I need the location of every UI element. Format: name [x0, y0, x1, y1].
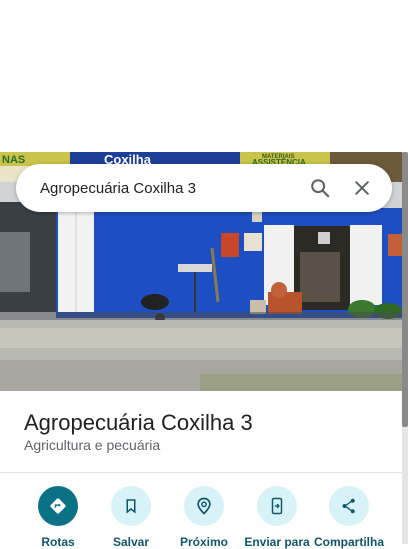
action-bar: Rotas Salvar Próximo Enviar para Compart… [0, 486, 402, 549]
nearby-label: Próximo [179, 535, 228, 549]
share-label: Compartilha [313, 535, 384, 549]
close-icon[interactable] [344, 170, 380, 206]
send-to-phone-icon [257, 486, 297, 526]
directions-icon [38, 486, 78, 526]
search-icon[interactable] [302, 170, 338, 206]
nearby-button[interactable]: Próximo [164, 486, 244, 549]
search-input[interactable]: Agropecuária Coxilha 3 [40, 180, 296, 197]
share-icon [329, 486, 369, 526]
directions-button[interactable]: Rotas [18, 486, 98, 549]
bookmark-icon [111, 486, 151, 526]
place-title: Agropecuária Coxilha 3 [24, 410, 253, 435]
send-to-phone-label: Enviar para [244, 535, 310, 549]
nearby-icon [184, 486, 224, 526]
directions-label: Rotas [41, 535, 75, 549]
save-button[interactable]: Salvar [91, 486, 171, 549]
divider [0, 472, 402, 473]
place-category[interactable]: Agricultura e pecuária [24, 437, 160, 453]
send-to-phone-button[interactable]: Enviar para [237, 486, 317, 549]
save-label: Salvar [112, 535, 150, 549]
sign-left-text: NAS [2, 154, 25, 166]
scrollbar-thumb[interactable] [402, 152, 408, 427]
search-box[interactable]: Agropecuária Coxilha 3 [16, 164, 392, 212]
share-button[interactable]: Compartilha [309, 486, 389, 549]
